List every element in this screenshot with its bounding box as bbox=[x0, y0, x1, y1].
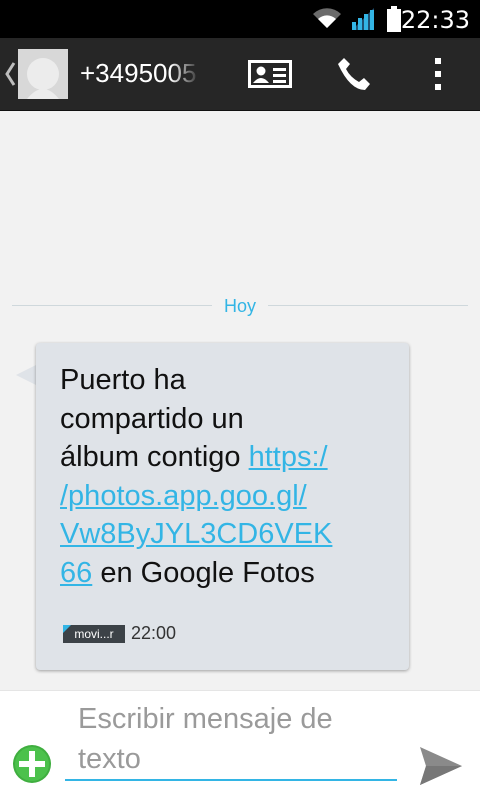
message-text-line: álbum contigo bbox=[60, 441, 241, 473]
signal-icon bbox=[352, 8, 374, 30]
back-chevron-icon[interactable] bbox=[4, 59, 16, 89]
call-button[interactable] bbox=[322, 38, 386, 110]
sim-badge: movi...r bbox=[63, 624, 125, 643]
compose-bar bbox=[0, 690, 480, 801]
attach-add-icon[interactable] bbox=[11, 743, 53, 785]
message-time: 22:00 bbox=[131, 623, 177, 643]
contact-card-icon bbox=[248, 60, 292, 88]
avatar[interactable] bbox=[18, 49, 68, 99]
default-contact-icon bbox=[27, 58, 59, 99]
message-text-line: compartido un bbox=[60, 402, 244, 435]
message-meta: movi...r 22:00 bbox=[63, 623, 176, 643]
battery-icon bbox=[387, 6, 401, 32]
send-icon[interactable] bbox=[418, 745, 464, 787]
action-bar: +3495005 bbox=[0, 38, 480, 111]
message-bubble[interactable]: Puerto ha compartido un álbum contigo ht… bbox=[36, 343, 409, 670]
status-bar: 22:33 bbox=[0, 0, 480, 38]
contact-card-button[interactable] bbox=[238, 38, 302, 110]
phone-icon bbox=[338, 58, 370, 90]
message-text-tail: en Google Fotos bbox=[100, 556, 315, 589]
wifi-icon bbox=[313, 8, 341, 28]
date-label: Hoy bbox=[223, 296, 256, 316]
message-text: Puerto ha compartido un álbum contigo ht… bbox=[60, 361, 400, 592]
overflow-menu-icon bbox=[435, 58, 441, 90]
message-text-line: Puerto ha bbox=[60, 364, 186, 396]
message-input[interactable] bbox=[65, 699, 397, 781]
overflow-menu-button[interactable] bbox=[406, 38, 470, 110]
contact-name-fade bbox=[170, 52, 200, 96]
date-divider: Hoy bbox=[12, 296, 468, 316]
clock: 22:33 bbox=[400, 6, 470, 34]
